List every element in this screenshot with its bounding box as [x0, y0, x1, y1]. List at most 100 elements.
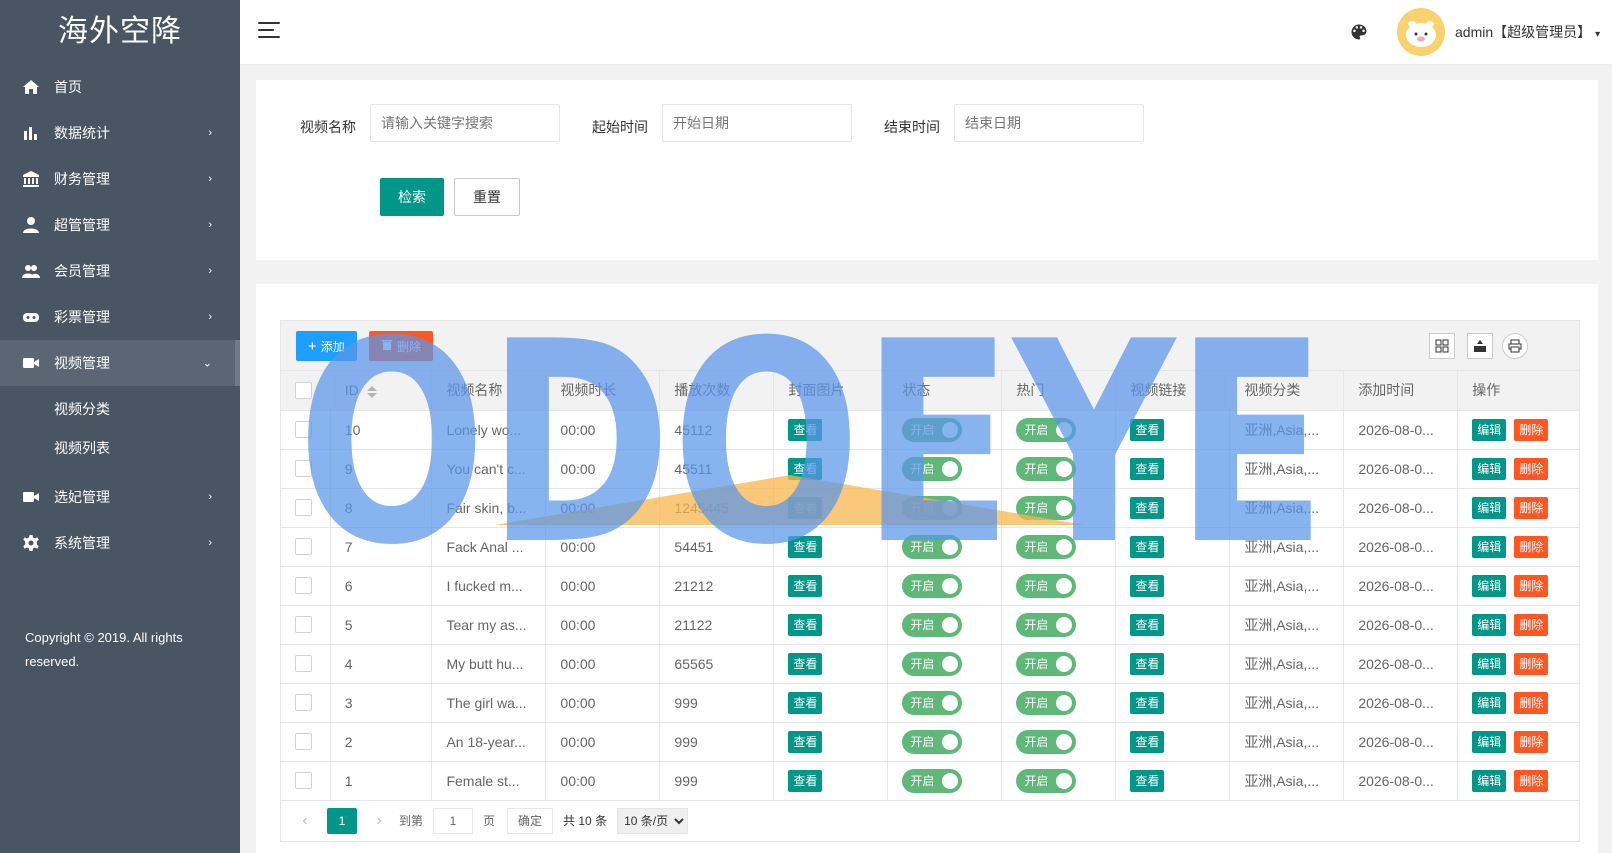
delete-button[interactable]: 删除: [1514, 457, 1549, 480]
edit-button[interactable]: 编辑: [1472, 769, 1507, 792]
prev-page-icon[interactable]: ‹: [295, 812, 315, 830]
sidebar-item-5[interactable]: 彩票管理 ›: [0, 294, 240, 340]
row-checkbox[interactable]: [295, 694, 312, 712]
status-toggle[interactable]: 开启: [902, 495, 963, 520]
hot-toggle[interactable]: 开启: [1016, 612, 1077, 637]
status-toggle[interactable]: 开启: [902, 417, 963, 442]
view-cover-button[interactable]: 查看: [788, 730, 823, 753]
view-link-button[interactable]: 查看: [1130, 613, 1165, 636]
delete-button[interactable]: 删除: [1514, 496, 1549, 519]
delete-button[interactable]: 删除: [1514, 730, 1549, 753]
view-cover-button[interactable]: 查看: [788, 769, 823, 792]
video-name-input[interactable]: [370, 104, 560, 142]
view-link-button[interactable]: 查看: [1130, 652, 1165, 675]
row-checkbox[interactable]: [295, 733, 312, 751]
user-menu[interactable]: admin【超级管理员】 ▾: [1455, 22, 1600, 42]
print-icon[interactable]: [1502, 333, 1528, 359]
view-cover-button[interactable]: 查看: [788, 457, 823, 480]
page-size-select[interactable]: 10 条/页: [617, 807, 689, 834]
sidebar-item-8[interactable]: 系统管理 ›: [0, 520, 240, 566]
view-link-button[interactable]: 查看: [1130, 457, 1165, 480]
view-cover-button[interactable]: 查看: [788, 418, 823, 441]
delete-button[interactable]: 删除: [1514, 652, 1549, 675]
sort-icon[interactable]: [366, 385, 377, 398]
edit-button[interactable]: 编辑: [1472, 730, 1507, 753]
view-link-button[interactable]: 查看: [1130, 730, 1165, 753]
view-link-button[interactable]: 查看: [1130, 535, 1165, 558]
delete-button[interactable]: 删除: [1514, 613, 1549, 636]
edit-button[interactable]: 编辑: [1472, 574, 1507, 597]
edit-button[interactable]: 编辑: [1472, 457, 1507, 480]
status-toggle[interactable]: 开启: [902, 729, 963, 754]
status-toggle[interactable]: 开启: [902, 573, 963, 598]
sidebar-item-0[interactable]: 首页: [0, 64, 240, 110]
view-cover-button[interactable]: 查看: [788, 652, 823, 675]
status-toggle[interactable]: 开启: [902, 768, 963, 793]
hot-toggle[interactable]: 开启: [1016, 651, 1077, 676]
submenu-item-1[interactable]: 视频列表: [0, 429, 240, 468]
row-checkbox[interactable]: [295, 616, 312, 634]
delete-button[interactable]: 删除: [1514, 535, 1549, 558]
row-checkbox[interactable]: [295, 577, 312, 595]
delete-button[interactable]: 删除: [1514, 769, 1549, 792]
view-cover-button[interactable]: 查看: [788, 535, 823, 558]
view-cover-button[interactable]: 查看: [788, 691, 823, 714]
delete-button[interactable]: 删除: [1514, 574, 1549, 597]
sidebar-item-6[interactable]: 视频管理 ⌄: [0, 340, 240, 386]
row-checkbox[interactable]: [295, 460, 312, 478]
view-link-button[interactable]: 查看: [1130, 691, 1165, 714]
row-checkbox[interactable]: [295, 538, 312, 556]
submenu-item-0[interactable]: 视频分类: [0, 390, 240, 429]
delete-button[interactable]: 删除: [1514, 418, 1549, 441]
hot-toggle[interactable]: 开启: [1016, 768, 1077, 793]
hot-toggle[interactable]: 开启: [1016, 456, 1077, 481]
reset-button[interactable]: 重置: [454, 178, 520, 216]
status-toggle[interactable]: 开启: [902, 690, 963, 715]
end-date-input[interactable]: [954, 104, 1144, 142]
current-page-button[interactable]: 1: [327, 807, 357, 834]
goto-confirm-button[interactable]: 确定: [507, 807, 554, 834]
delete-button[interactable]: 删除: [1514, 691, 1549, 714]
view-cover-button[interactable]: 查看: [788, 613, 823, 636]
select-all-checkbox[interactable]: [295, 382, 312, 400]
edit-button[interactable]: 编辑: [1472, 691, 1507, 714]
next-page-icon[interactable]: ›: [369, 812, 389, 830]
col-header-id[interactable]: ID: [330, 371, 433, 411]
hot-toggle[interactable]: 开启: [1016, 534, 1077, 559]
status-toggle[interactable]: 开启: [902, 534, 963, 559]
start-date-input[interactable]: [662, 104, 852, 142]
sidebar-item-3[interactable]: 超管管理 ›: [0, 202, 240, 248]
palette-icon[interactable]: [1349, 22, 1369, 42]
view-link-button[interactable]: 查看: [1130, 574, 1165, 597]
edit-button[interactable]: 编辑: [1472, 496, 1507, 519]
hot-toggle[interactable]: 开启: [1016, 417, 1077, 442]
hot-toggle[interactable]: 开启: [1016, 573, 1077, 598]
edit-button[interactable]: 编辑: [1472, 613, 1507, 636]
status-toggle[interactable]: 开启: [902, 456, 963, 481]
view-link-button[interactable]: 查看: [1130, 769, 1165, 792]
row-checkbox[interactable]: [295, 421, 312, 439]
view-cover-button[interactable]: 查看: [788, 574, 823, 597]
menu-toggle-icon[interactable]: [258, 22, 280, 40]
status-toggle[interactable]: 开启: [902, 651, 963, 676]
row-checkbox[interactable]: [295, 655, 312, 673]
row-checkbox[interactable]: [295, 499, 312, 517]
search-button[interactable]: 检索: [380, 178, 444, 216]
export-icon[interactable]: [1467, 333, 1493, 359]
goto-page-input[interactable]: [433, 807, 474, 834]
edit-button[interactable]: 编辑: [1472, 535, 1507, 558]
add-button[interactable]: + 添加: [296, 331, 357, 361]
hot-toggle[interactable]: 开启: [1016, 495, 1077, 520]
view-link-button[interactable]: 查看: [1130, 496, 1165, 519]
sidebar-item-4[interactable]: 会员管理 ›: [0, 248, 240, 294]
view-link-button[interactable]: 查看: [1130, 418, 1165, 441]
sidebar-item-7[interactable]: 选妃管理 ›: [0, 474, 240, 520]
row-checkbox[interactable]: [295, 772, 312, 790]
hot-toggle[interactable]: 开启: [1016, 690, 1077, 715]
sidebar-item-2[interactable]: 财务管理 ›: [0, 156, 240, 202]
sidebar-item-1[interactable]: 数据统计 ›: [0, 110, 240, 156]
view-cover-button[interactable]: 查看: [788, 496, 823, 519]
edit-button[interactable]: 编辑: [1472, 418, 1507, 441]
avatar[interactable]: [1397, 8, 1445, 56]
status-toggle[interactable]: 开启: [902, 612, 963, 637]
